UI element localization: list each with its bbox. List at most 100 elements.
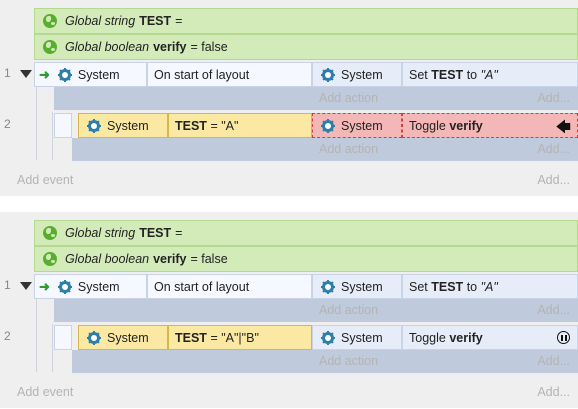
event1-add-action-row[interactable]: Add action Add... [312,87,578,110]
variable-type: Global string [65,14,136,28]
event-number: 1 [4,66,11,80]
system-gear-icon [321,279,335,294]
globe-icon [43,252,57,266]
event2-margin[interactable] [54,113,72,138]
event2-action-text[interactable]: Toggle verify 🡄 [402,113,578,138]
add-more-link[interactable]: Add... [537,303,570,317]
variable-name: verify [153,252,187,266]
event-indent-line [36,86,37,114]
global-boolean-variable[interactable]: Global boolean verify = false [34,246,578,272]
event1-condition-object[interactable]: ➜ System [34,274,147,299]
event2-condition-area[interactable] [72,350,312,373]
condition-text: On start of layout [154,67,250,82]
global-boolean-variable[interactable]: Global boolean verify = false [34,34,578,60]
add-more-link[interactable]: Add... [537,91,570,105]
system-gear-icon [87,330,101,345]
trigger-arrow-icon: ➜ [39,278,50,294]
globe-icon [43,14,57,28]
add-more-link[interactable]: Add... [537,142,570,156]
action-object-name: System [341,67,383,82]
condition-object-name: System [107,118,149,133]
event1-condition-area[interactable] [54,87,312,110]
action-word: to [466,279,478,294]
pause-icon[interactable] [557,331,570,344]
event2-action-object[interactable]: System [312,113,402,138]
event-number: 1 [4,278,11,292]
action-value: "A" [480,67,498,82]
event1-add-action-row[interactable]: Add action Add... [312,299,578,322]
event2-action-text[interactable]: Toggle verify [402,325,578,350]
event-indent-line [36,298,37,326]
event1-action-text[interactable]: Set TEST to "A" [402,62,578,87]
add-action-link[interactable]: Add action [319,91,378,105]
condition-value: = "A"|"B" [210,330,259,345]
trigger-arrow-icon: ➜ [39,66,50,82]
variable-value: = false [190,252,228,266]
action-verb: Toggle [409,118,446,133]
event1-condition-object[interactable]: ➜ System [34,62,147,87]
event2-margin[interactable] [54,325,72,350]
add-action-link[interactable]: Add action [319,354,378,368]
event2-condition-object[interactable]: System [78,113,168,138]
condition-object-name: System [77,67,120,82]
event-sheet-1: Global string TEST = Global boolean verify = … [0,0,578,196]
event1-action-object[interactable]: System [312,274,402,299]
event1-action-text[interactable]: Set TEST to "A" [402,274,578,299]
global-string-variable[interactable]: Global string TEST = [34,8,578,34]
global-string-variable[interactable]: Global string TEST = [34,220,578,246]
event-indent-line [52,324,53,372]
add-more-link[interactable]: Add... [537,385,570,399]
system-gear-icon [321,330,335,345]
event-sheet-2: Global string TEST = Global boolean verify = … [0,212,578,408]
condition-value: = "A" [210,118,239,133]
event2-condition-text[interactable]: TEST = "A" [168,113,312,138]
collapse-triangle-icon[interactable] [20,282,32,290]
globe-icon [43,40,57,54]
action-value: "A" [480,279,498,294]
event-indent-line [52,112,53,160]
event2-condition-object[interactable]: System [78,325,168,350]
collapse-triangle-icon[interactable] [20,70,32,78]
variable-value: = false [190,40,228,54]
condition-variable: TEST [175,330,207,345]
event1-condition-area[interactable] [54,299,312,322]
variable-value: = [175,226,183,240]
action-object-name: System [341,279,383,294]
variable-type: Global boolean [65,252,150,266]
action-variable: verify [449,330,483,345]
action-variable: verify [449,118,483,133]
add-action-link[interactable]: Add action [319,142,378,156]
variable-type: Global boolean [65,40,150,54]
event2-action-object[interactable]: System [312,325,402,350]
event-number: 2 [4,117,11,131]
condition-text: On start of layout [154,279,250,294]
add-more-link[interactable]: Add... [537,173,570,187]
variable-value: = [175,14,183,28]
event-number: 2 [4,329,11,343]
event1-condition-text[interactable]: On start of layout [147,274,312,299]
add-action-link[interactable]: Add action [319,303,378,317]
system-gear-icon [57,67,72,82]
event1-condition-text[interactable]: On start of layout [147,62,312,87]
action-variable: TEST [431,279,464,294]
add-more-link[interactable]: Add... [537,354,570,368]
system-gear-icon [321,118,335,133]
action-verb: Set [409,67,428,82]
add-event-link[interactable]: Add event [17,173,73,187]
event2-condition-text[interactable]: TEST = "A"|"B" [168,325,312,350]
action-verb: Toggle [409,330,446,345]
action-variable: TEST [431,67,464,82]
event2-add-action-row[interactable]: Add action Add... [312,138,578,161]
system-gear-icon [57,279,72,294]
event2-add-action-row[interactable]: Add action Add... [312,350,578,373]
system-gear-icon [321,67,335,82]
variable-type: Global string [65,226,136,240]
variable-name: TEST [139,14,172,28]
event1-action-object[interactable]: System [312,62,402,87]
event2-condition-area[interactable] [72,138,312,161]
event-indent-line [36,324,37,372]
action-object-name: System [341,118,383,133]
condition-object-name: System [107,330,149,345]
add-event-link[interactable]: Add event [17,385,73,399]
condition-variable: TEST [175,118,207,133]
